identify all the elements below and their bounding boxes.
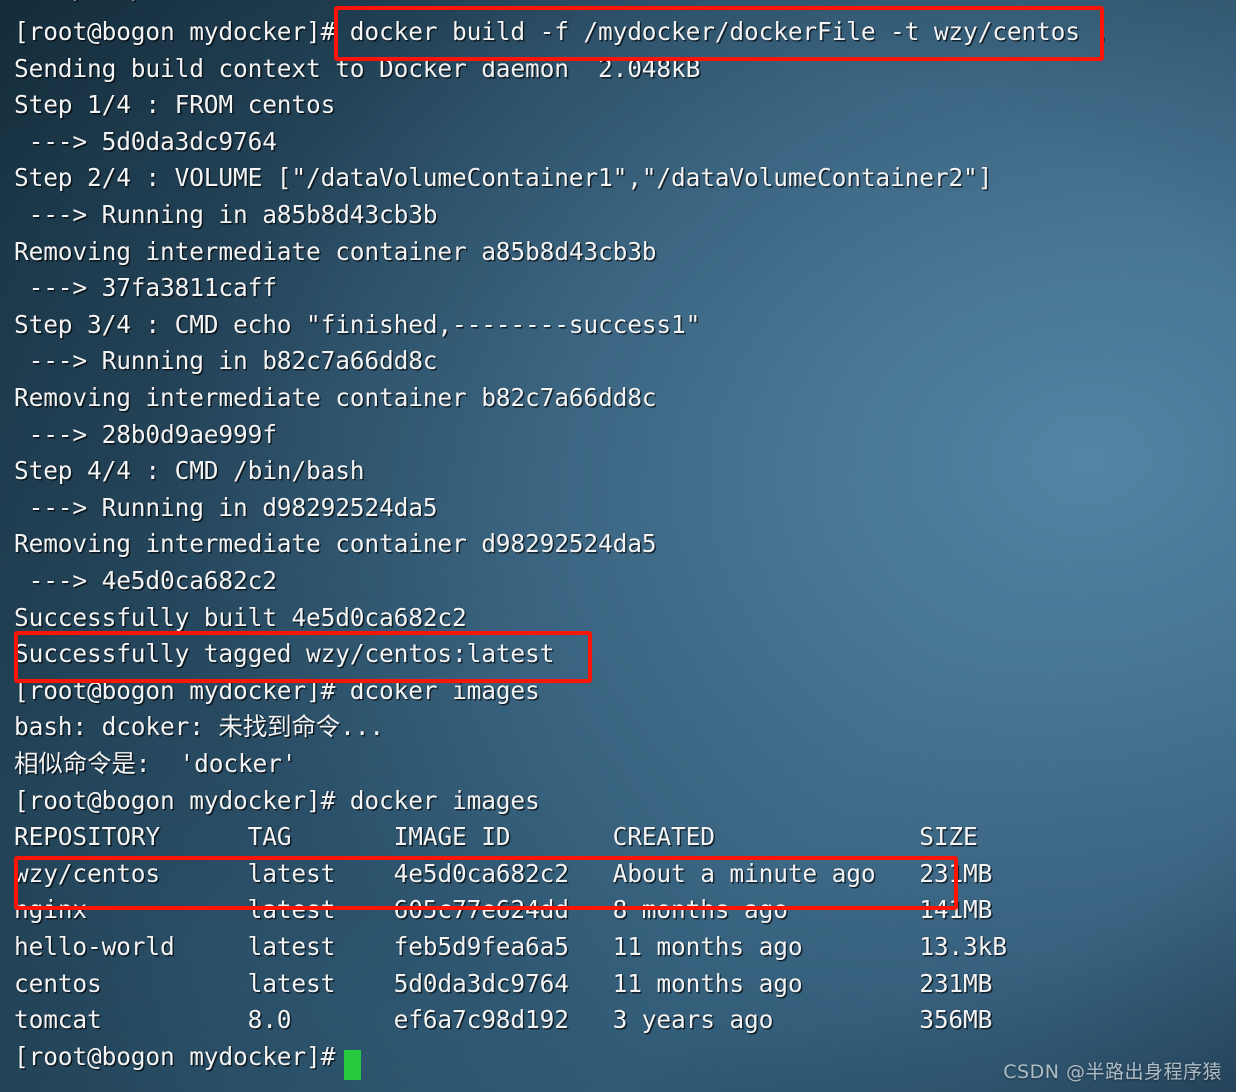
terminal-line: Successfully built 4e5d0ca682c2 — [14, 602, 467, 632]
terminal-line: bash: dcoker: 未找到命令... — [14, 712, 384, 742]
terminal-line: [root@bogon mydocker]# docker images — [14, 785, 540, 815]
terminal-line: ---> Running in a85b8d43cb3b — [14, 200, 438, 229]
terminal-line: 相似命令是: 'docker' — [14, 749, 297, 778]
terminal-line: [root@bogon mydocker]# dcoker images — [14, 675, 540, 705]
terminal-line: Sending build context to Docker daemon 2… — [14, 53, 701, 83]
terminal-line: [root@bogon mydocker]# docker build -f /… — [14, 17, 1110, 46]
terminal-line: Step 1/4 : FROM centos — [14, 90, 336, 120]
terminal-window[interactable]: CMD /bin/bash [root@bogon mydocker]# dock… — [0, 0, 1236, 1092]
terminal-line: nginx latest 605c77e624dd 8 months ago 1… — [14, 895, 993, 925]
terminal-line: ---> Running in d98292524da5 — [14, 492, 438, 522]
terminal-line: REPOSITORY TAG IMAGE ID CREATED SIZE — [14, 822, 978, 852]
csdn-watermark: CSDN @半路出身程序猿 — [1003, 1061, 1222, 1083]
terminal-line: ---> 28b0d9ae999f — [14, 419, 277, 449]
terminal-line: Step 4/4 : CMD /bin/bash — [14, 456, 365, 486]
terminal-line: ---> 37fa3811caff — [14, 273, 277, 303]
terminal-line: Removing intermediate container d9829252… — [14, 529, 657, 559]
terminal-line: Step 2/4 : VOLUME ["/dataVolumeContainer… — [14, 163, 993, 193]
terminal-line: ---> Running in b82c7a66dd8c — [14, 346, 438, 376]
terminal-line: ---> 4e5d0ca682c2 — [14, 566, 277, 595]
terminal-line: tomcat 8.0 ef6a7c98d192 3 years ago 356M… — [14, 1005, 993, 1035]
terminal-line: Step 3/4 : CMD echo "finished,--------su… — [14, 309, 701, 339]
terminal-cursor — [344, 1050, 361, 1080]
terminal-output[interactable]: CMD /bin/bash [root@bogon mydocker]# dock… — [0, 0, 1236, 1092]
terminal-line: ---> 5d0da3dc9764 — [14, 126, 277, 156]
terminal-line: wzy/centos latest 4e5d0ca682c2 About a m… — [14, 858, 993, 888]
terminal-line: Removing intermediate container a85b8d43… — [14, 236, 657, 266]
terminal-line: hello-world latest feb5d9fea6a5 11 month… — [14, 932, 1007, 961]
terminal-line: CMD /bin/bash — [14, 0, 204, 9]
terminal-line: Successfully tagged wzy/centos:latest — [14, 639, 555, 669]
terminal-line: centos latest 5d0da3dc9764 11 months ago… — [14, 968, 993, 998]
terminal-line: [root@bogon mydocker]# — [14, 1041, 336, 1071]
terminal-line: Removing intermediate container b82c7a66… — [14, 383, 657, 412]
